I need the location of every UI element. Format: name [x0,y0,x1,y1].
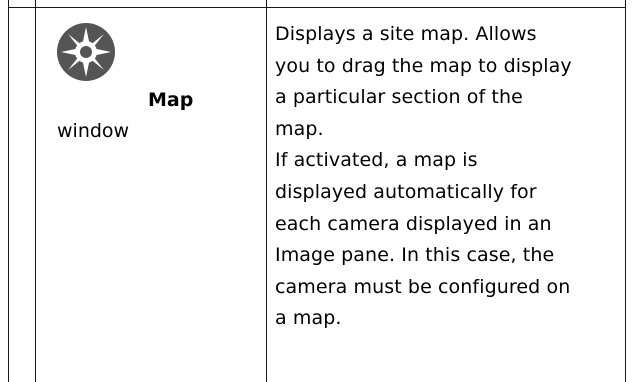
term-title: Map [148,89,194,111]
description-text: Displays a site map. Allows you to drag … [275,19,625,335]
description-line: If activated, a map is [275,149,478,172]
description-line: you to drag the map to display [275,54,572,77]
table-border-column-divider [266,0,267,382]
description-line: camera must be configured on [275,275,571,298]
description-line: Displays a site map. Allows [275,23,537,45]
term-suffix: window [57,120,130,142]
table-border-right [625,0,626,382]
table-row-divider [8,7,626,8]
description-line: map. [275,117,324,140]
description-line: a particular section of the [275,86,523,109]
description-line: displayed automatically for [275,180,537,203]
documentation-table: Map window Displays a site map. Allows y… [0,0,639,382]
table-border-inner-left [35,0,36,382]
description-line: each camera displayed in an [275,212,552,235]
table-border-left [8,0,9,382]
description-line: Image pane. In this case, the [275,244,555,267]
description-line: a map. [275,307,342,330]
compass-map-icon [56,22,116,82]
